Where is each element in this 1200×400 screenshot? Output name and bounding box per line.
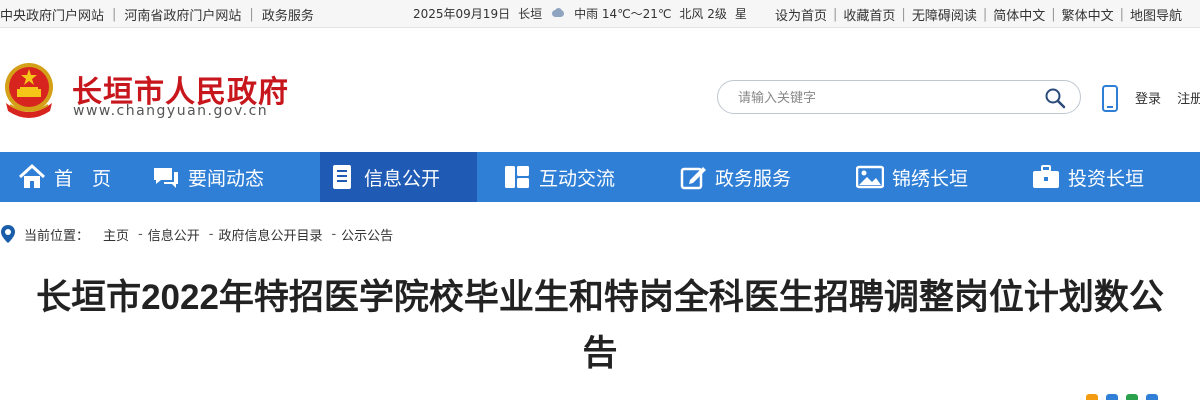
breadcrumb-separator: - — [208, 226, 214, 242]
separator: | — [982, 7, 988, 22]
nav-label: 首 页 — [54, 167, 112, 190]
edit-square-icon — [679, 163, 707, 191]
weekday-text: 星 — [734, 7, 747, 21]
mobile-phone-icon[interactable] — [1102, 85, 1118, 112]
chat-bubble-icon — [152, 163, 180, 191]
separator: | — [112, 7, 117, 22]
grid-panels-icon — [503, 163, 531, 191]
nav-label: 锦绣长垣 — [892, 167, 969, 190]
breadcrumb-info-disclosure[interactable]: 信息公开 — [148, 225, 200, 244]
site-domain: www.changyuan.gov.cn — [73, 103, 269, 119]
nav-item-interaction[interactable]: 互动交流 — [503, 152, 615, 202]
nav-label: 互动交流 — [539, 167, 616, 190]
nav-item-investment[interactable]: 投资长垣 — [1032, 152, 1144, 202]
breadcrumb-label: 当前位置： — [24, 228, 90, 244]
home-icon — [18, 163, 46, 191]
breadcrumb-disclosure-catalog[interactable]: 政府信息公开目录 — [218, 225, 322, 244]
register-link[interactable]: 注册 — [1177, 92, 1200, 107]
nav-label: 要闻动态 — [188, 167, 265, 190]
share-bar — [1086, 394, 1166, 400]
briefcase-icon — [1032, 163, 1060, 191]
wind-text: 北风 2级 — [679, 7, 727, 21]
search-input[interactable] — [738, 87, 1038, 107]
nav-item-scenery[interactable]: 锦绣长垣 — [856, 152, 968, 202]
accessibility-link[interactable]: 无障碍阅读 — [912, 5, 977, 24]
date-weather: 2025年09月19日 长垣 中雨 14℃～21℃ 北风 2级 星 — [413, 5, 755, 22]
nav-label: 信息公开 — [364, 167, 441, 190]
main-navigation: 首 页 要闻动态 信息公开 互动交流 政务服务 锦绣长垣 投资长垣 — [0, 152, 1200, 202]
breadcrumb-home[interactable]: 主页 — [103, 225, 129, 244]
separator: | — [901, 7, 906, 22]
landscape-picture-icon — [856, 163, 884, 191]
top-utility-bar: 中央政府门户网站 | 河南省政府门户网站 | 政务服务 2025年09月19日 … — [0, 0, 1200, 28]
city-name: 长垣 — [518, 7, 543, 21]
bookmark-link[interactable]: 收藏首页 — [843, 5, 895, 24]
simplified-chinese-link[interactable]: 简体中文 — [993, 5, 1045, 24]
site-header: 长垣市人民政府 www.changyuan.gov.cn 登录 注册 — [0, 29, 1200, 152]
link-central-government[interactable]: 中央政府门户网站 — [0, 5, 104, 24]
separator: | — [249, 7, 254, 22]
location-pin-icon — [1, 225, 15, 243]
search-icon[interactable] — [1044, 87, 1066, 109]
separator: | — [833, 7, 838, 22]
weather-text: 中雨 14℃～21℃ — [574, 7, 672, 21]
login-link[interactable]: 登录 — [1135, 92, 1161, 107]
share-icon[interactable] — [1106, 394, 1118, 400]
share-icon[interactable] — [1146, 394, 1158, 400]
link-government-services[interactable]: 政务服务 — [262, 5, 314, 24]
breadcrumb-separator: - — [331, 226, 337, 242]
nav-item-info-disclosure[interactable]: 信息公开 — [320, 152, 477, 202]
article-title: 长垣市2022年特招医学院校毕业生和特岗全科医生招聘调整岗位计划数公告 — [36, 278, 1164, 373]
search-box — [717, 80, 1081, 114]
set-homepage-link[interactable]: 设为首页 — [775, 5, 827, 24]
share-icon[interactable] — [1126, 394, 1138, 400]
login-area: 登录 注册 — [1135, 88, 1200, 107]
breadcrumb-separator: - — [138, 226, 143, 242]
topbar-left-links: 中央政府门户网站 | 河南省政府门户网站 | 政务服务 — [0, 5, 314, 24]
current-date: 2025年09月19日 — [413, 7, 511, 21]
nav-item-news[interactable]: 要闻动态 — [152, 152, 264, 202]
map-navigation-link[interactable]: 地图导航 — [1130, 5, 1182, 24]
topbar-right-links: 设为首页 | 收藏首页 | 无障碍阅读 | 简体中文 | 繁体中文 | 地图导航 — [775, 5, 1182, 24]
breadcrumb-announcements[interactable]: 公示公告 — [341, 225, 393, 244]
nav-item-government-services[interactable]: 政务服务 — [679, 152, 791, 202]
breadcrumb: 当前位置： 主页 - 信息公开 - 政府信息公开目录 - 公示公告 — [0, 224, 393, 244]
nav-label: 政务服务 — [715, 167, 792, 190]
national-emblem-icon — [5, 63, 53, 118]
nav-label: 投资长垣 — [1068, 167, 1145, 190]
share-icon[interactable] — [1086, 394, 1098, 400]
link-henan-government[interactable]: 河南省政府门户网站 — [124, 5, 241, 24]
document-list-icon — [328, 163, 356, 191]
separator: | — [1051, 7, 1056, 22]
traditional-chinese-link[interactable]: 繁体中文 — [1062, 5, 1114, 24]
separator: | — [1119, 7, 1125, 22]
rain-cloud-icon — [550, 7, 566, 20]
nav-item-home[interactable]: 首 页 — [18, 152, 111, 202]
